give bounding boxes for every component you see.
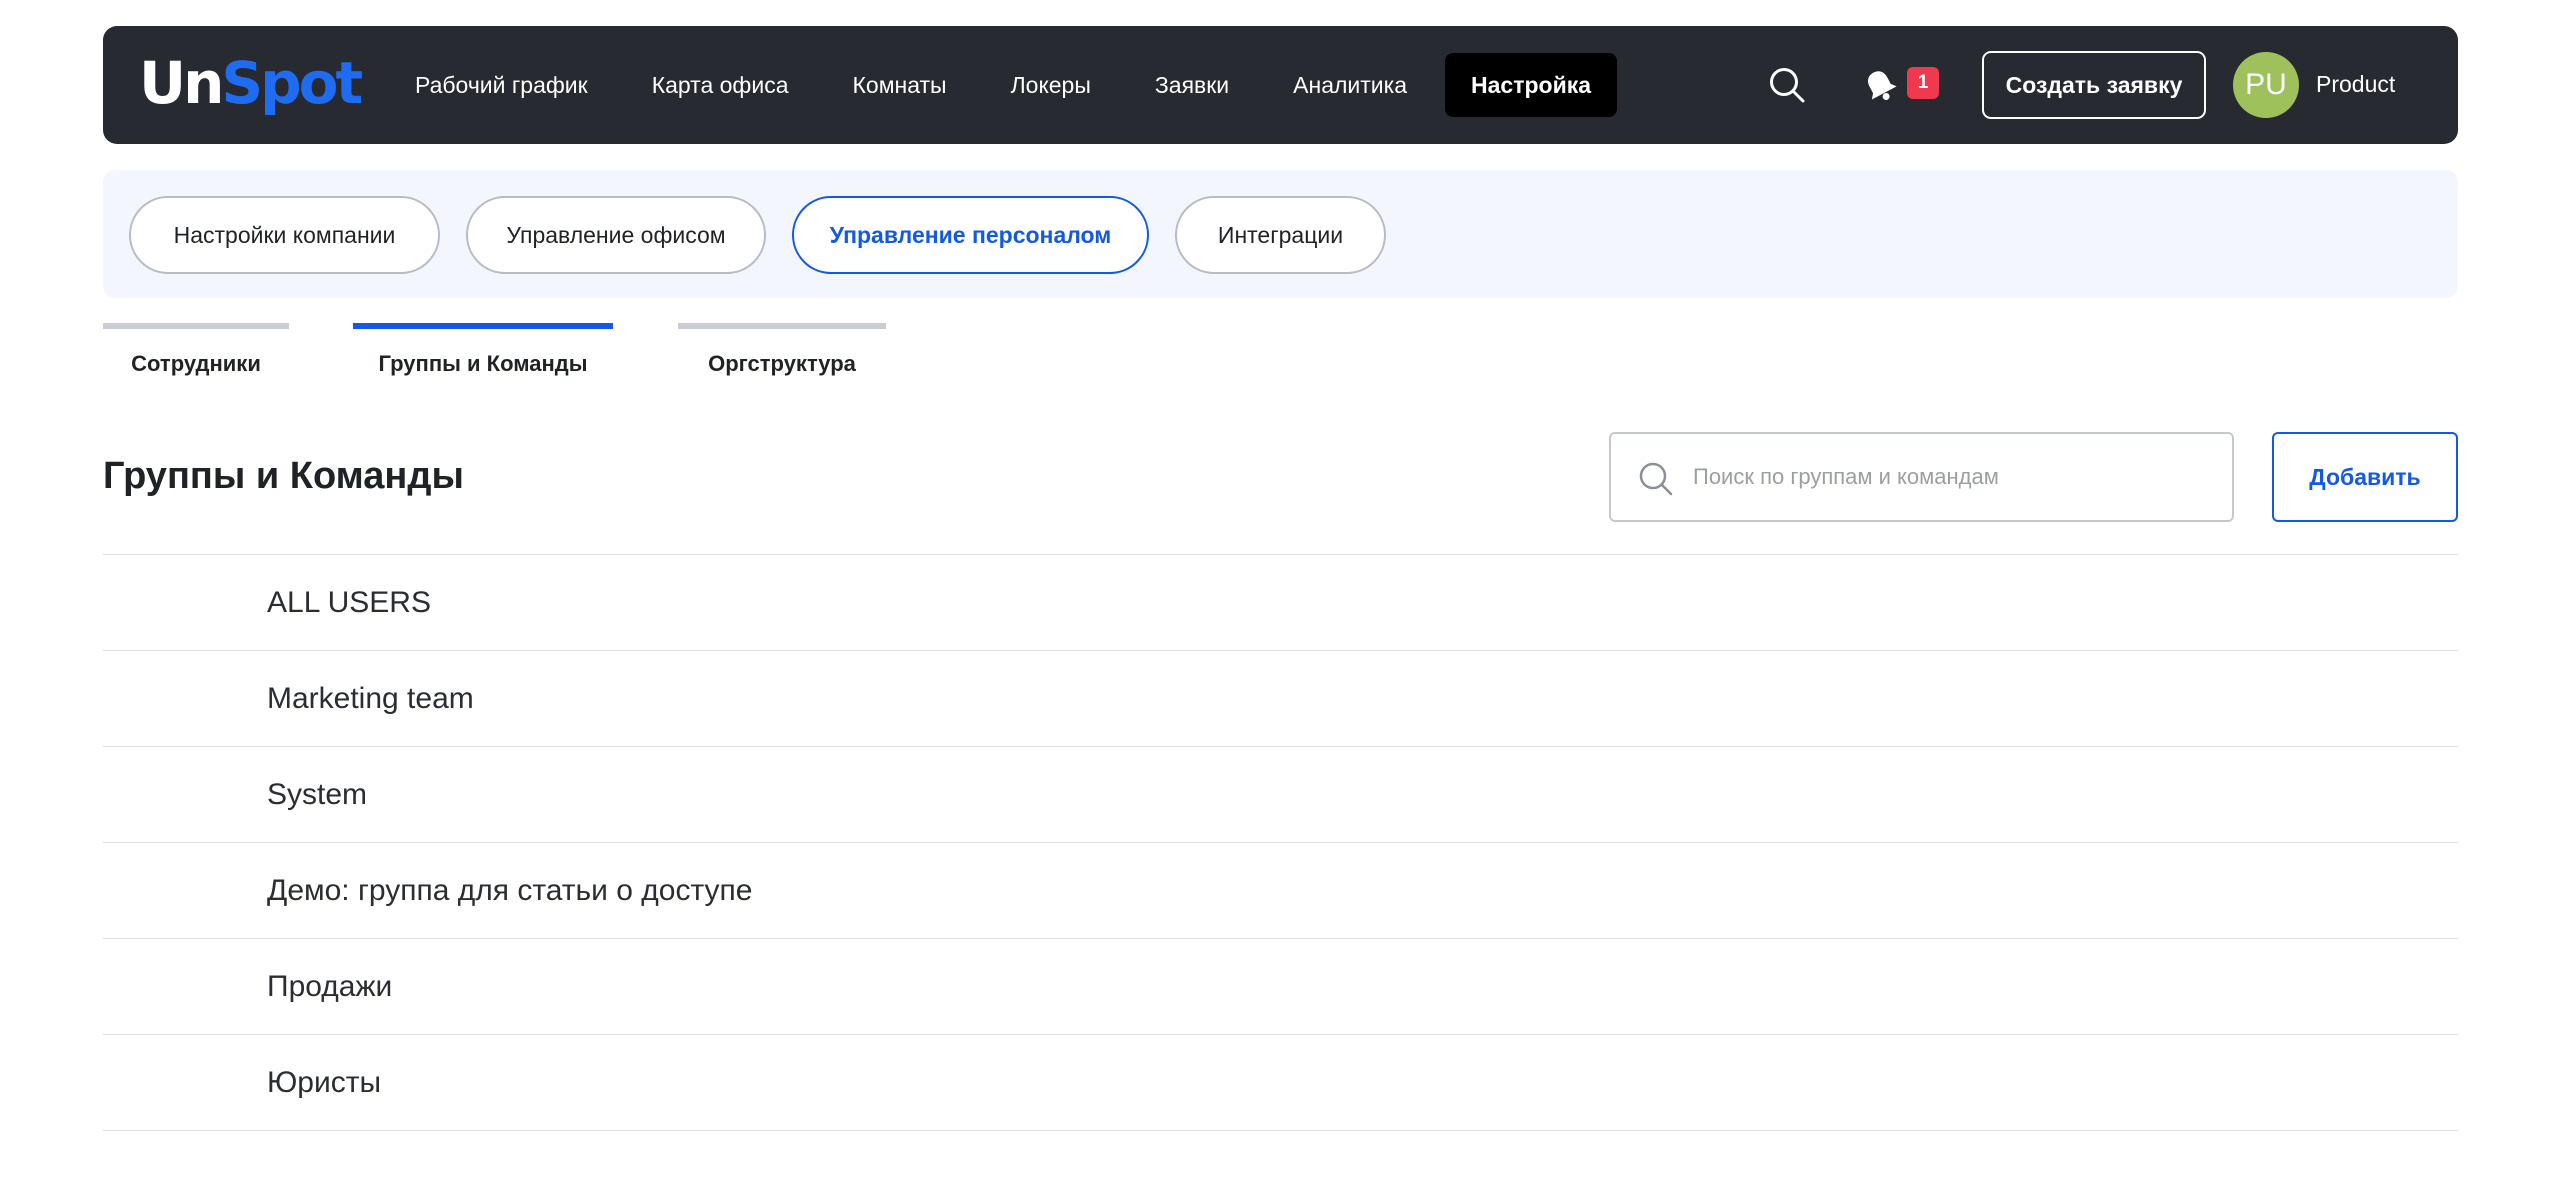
- nav-item-settings[interactable]: Настройка: [1445, 53, 1618, 117]
- notifications-button[interactable]: 1: [1861, 64, 1945, 106]
- search-icon: [1637, 460, 1675, 498]
- list-item[interactable]: Юристы: [103, 1035, 2458, 1131]
- avatar[interactable]: PU: [2233, 52, 2299, 118]
- search-input[interactable]: [1693, 434, 2213, 520]
- list-item[interactable]: Демо: группа для статьи о доступе: [103, 843, 2458, 939]
- section-office-management[interactable]: Управление офисом: [466, 196, 766, 274]
- nav-item-analytics[interactable]: Аналитика: [1261, 53, 1439, 117]
- section-integrations[interactable]: Интеграции: [1175, 196, 1386, 274]
- nav-item-rooms[interactable]: Комнаты: [821, 53, 979, 117]
- group-name: Продажи: [267, 969, 393, 1003]
- search-icon[interactable]: [1767, 65, 1807, 105]
- list-item[interactable]: Продажи: [103, 939, 2458, 1035]
- group-search-field[interactable]: [1609, 432, 2234, 522]
- nav-item-requests[interactable]: Заявки: [1123, 53, 1261, 117]
- nav-item-office-map[interactable]: Карта офиса: [620, 53, 821, 117]
- section-staff-management[interactable]: Управление персоналом: [792, 196, 1149, 274]
- list-item[interactable]: ALL USERS: [103, 555, 2458, 651]
- list-item[interactable]: System: [103, 747, 2458, 843]
- tab-employees[interactable]: Сотрудники: [103, 323, 289, 393]
- tab-groups-and-teams[interactable]: Группы и Команды: [353, 323, 613, 393]
- group-name: Юристы: [267, 1065, 382, 1099]
- logo-text-spot: Spot: [221, 49, 363, 117]
- nav-item-lockers[interactable]: Локеры: [979, 53, 1123, 117]
- settings-sections-bar: Настройки компании Управление офисом Упр…: [103, 170, 2458, 298]
- tab-org-structure[interactable]: Оргструктура: [678, 323, 886, 393]
- nav-item-work-schedule[interactable]: Рабочий график: [383, 53, 620, 117]
- unspot-logo[interactable]: UnSpot: [139, 48, 363, 118]
- user-name[interactable]: Product: [2316, 66, 2395, 102]
- group-name: System: [267, 777, 368, 811]
- list-item[interactable]: Marketing team: [103, 651, 2458, 747]
- group-name: ALL USERS: [267, 585, 431, 619]
- create-request-button[interactable]: Создать заявку: [1982, 51, 2206, 119]
- bell-icon: [1861, 66, 1899, 104]
- group-name: Демо: группа для статьи о доступе: [267, 873, 753, 907]
- add-group-button[interactable]: Добавить: [2272, 432, 2458, 522]
- page-title: Группы и Команды: [103, 455, 464, 497]
- top-navigation-bar: UnSpot Рабочий график Карта офиса Комнат…: [103, 26, 2458, 144]
- groups-list: ALL USERS Marketing team System Демо: гр…: [103, 554, 2458, 1131]
- logo-text-un: Un: [139, 49, 224, 117]
- section-company-settings[interactable]: Настройки компании: [129, 196, 440, 274]
- main-nav: Рабочий график Карта офиса Комнаты Локер…: [383, 26, 1618, 144]
- notification-count-badge: 1: [1907, 67, 1939, 99]
- group-name: Marketing team: [267, 681, 474, 715]
